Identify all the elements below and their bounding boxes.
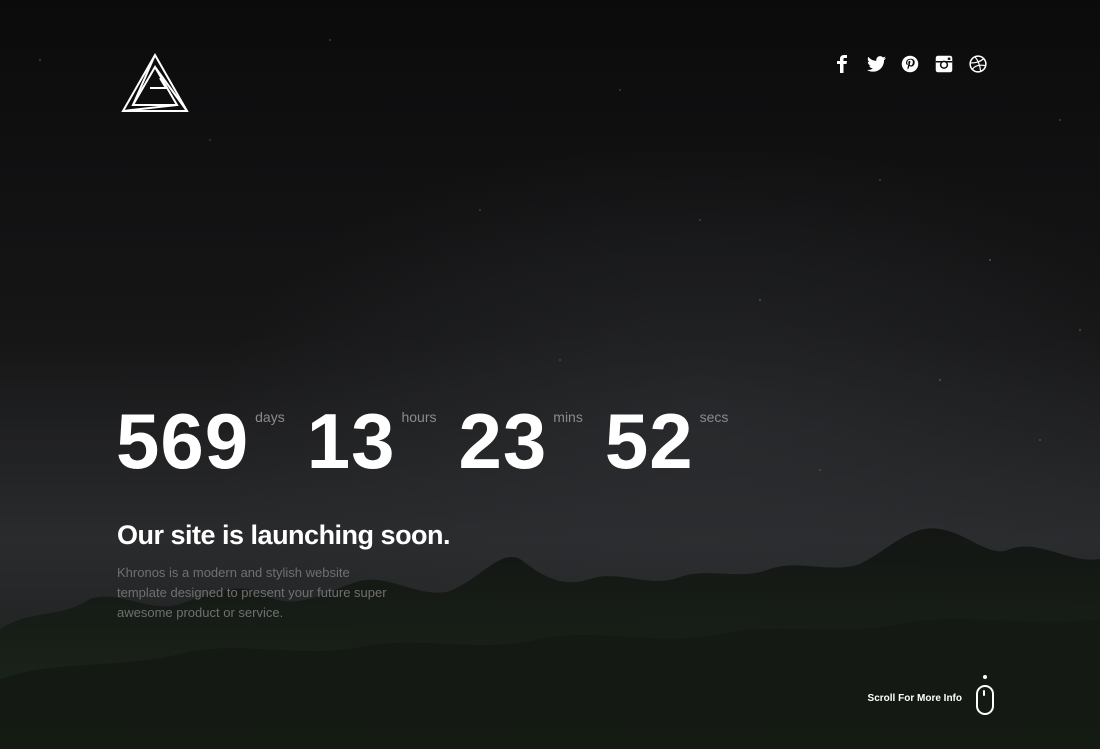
countdown-days: 569 days <box>116 398 299 484</box>
dribbble-icon[interactable] <box>968 54 988 74</box>
scroll-label: Scroll For More Info <box>867 692 962 704</box>
launch-description: Khronos is a modern and stylish website … <box>117 565 387 620</box>
social-links <box>832 54 988 74</box>
mouse-wheel <box>983 690 985 696</box>
secs-value: 52 <box>604 397 694 485</box>
countdown-timer: 569 days 13 hours 23 mins 52 secs <box>116 398 750 484</box>
secs-label: secs <box>699 409 729 425</box>
hours-label: hours <box>401 409 437 425</box>
days-label: days <box>255 409 285 425</box>
mouse-outline <box>976 685 994 715</box>
impossible-triangle-logo[interactable] <box>120 52 190 114</box>
scroll-for-more-info[interactable]: Scroll For More Info <box>868 675 994 721</box>
countdown-mins: 23 mins <box>459 398 597 484</box>
countdown-hours: 13 hours <box>307 398 451 484</box>
facebook-icon[interactable] <box>832 54 852 74</box>
days-value: 569 <box>116 397 250 485</box>
pinterest-icon[interactable] <box>900 54 920 74</box>
twitter-icon[interactable] <box>866 54 886 74</box>
launch-headline: Our site is launching soon. <box>117 520 451 550</box>
mins-label: mins <box>553 409 583 425</box>
hours-value: 13 <box>306 397 396 485</box>
countdown-secs: 52 secs <box>605 398 743 484</box>
landing-page: 569 days 13 hours 23 mins 52 secs Our si… <box>0 0 1100 749</box>
mins-value: 23 <box>458 397 548 485</box>
scroll-dot <box>983 675 987 679</box>
mouse-scroll-icon <box>976 675 994 721</box>
instagram-icon[interactable] <box>934 54 954 74</box>
